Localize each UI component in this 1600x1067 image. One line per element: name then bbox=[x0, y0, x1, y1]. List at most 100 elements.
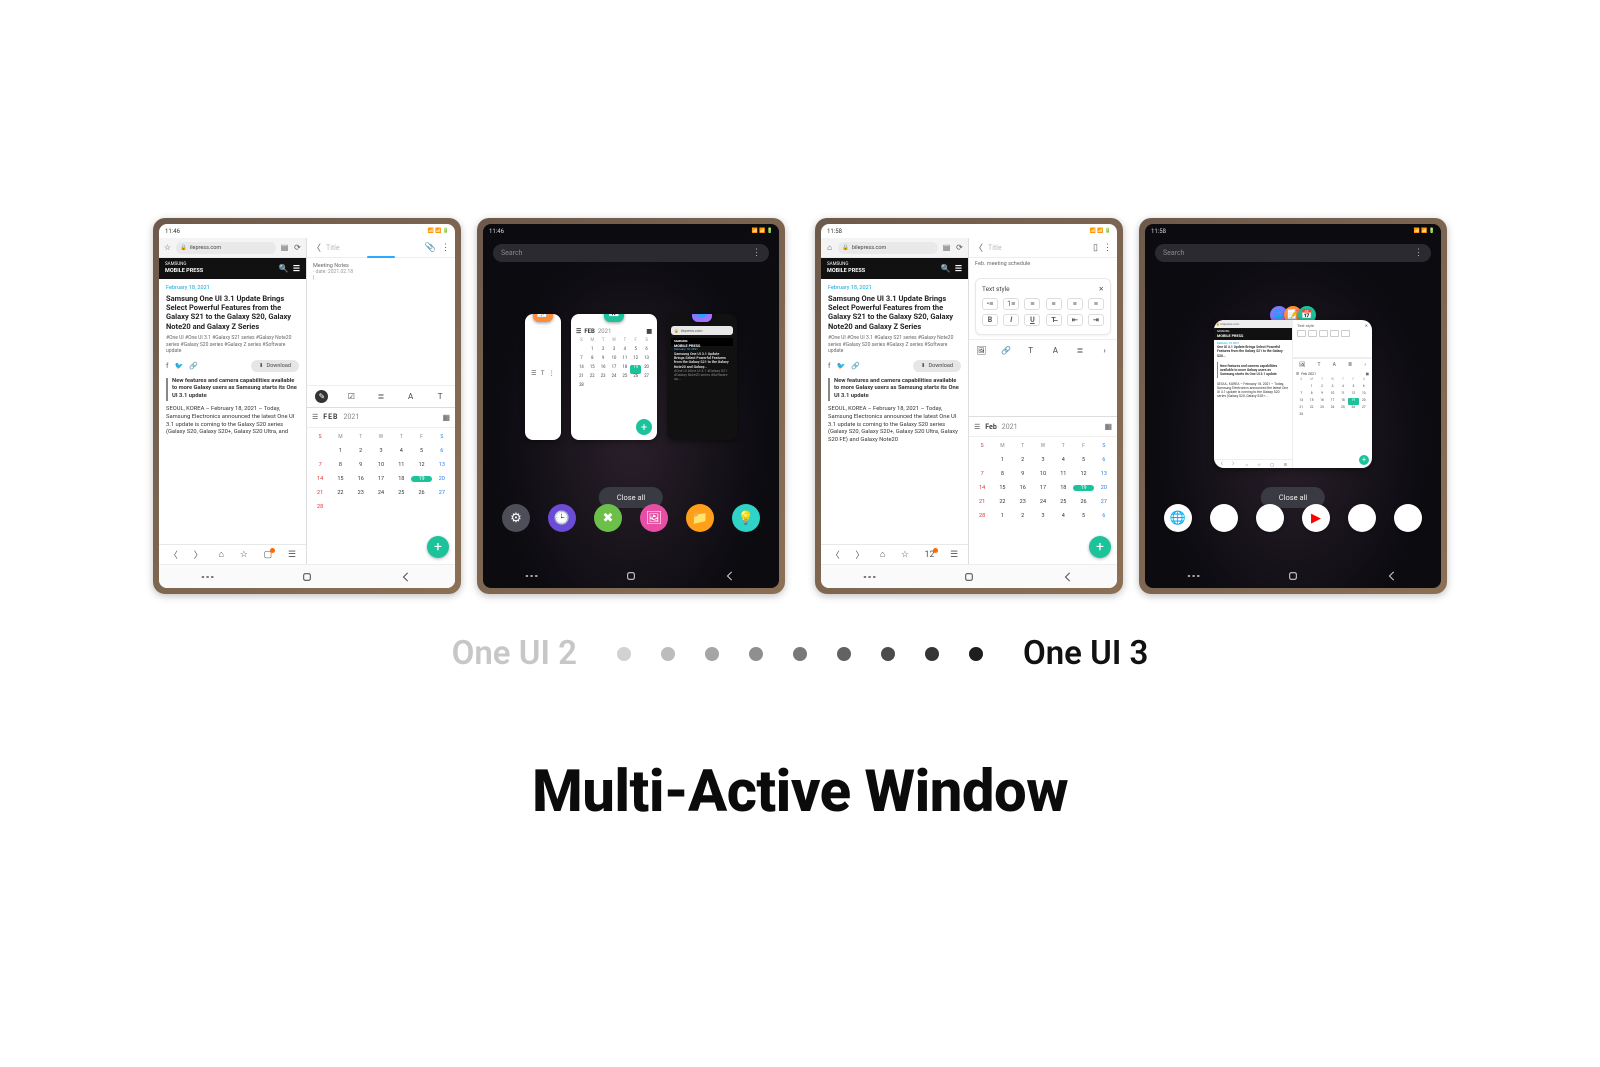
dock-play-icon[interactable]: ▶ bbox=[1210, 504, 1238, 532]
twitter-icon[interactable]: 🐦 bbox=[836, 362, 845, 370]
today-icon[interactable]: ▦ bbox=[442, 413, 450, 422]
more-tool-icon[interactable]: › bbox=[1098, 344, 1111, 357]
align-center-icon[interactable]: ≡ bbox=[1046, 298, 1062, 310]
cal-menu-icon[interactable]: ☰ bbox=[312, 413, 318, 421]
bullet-list-icon[interactable]: •≡ bbox=[982, 298, 998, 310]
reader-icon[interactable]: ▤ bbox=[280, 243, 289, 252]
nav-fwd-icon[interactable]: 〉 bbox=[194, 548, 203, 561]
link-icon[interactable]: 🔗 bbox=[851, 362, 860, 370]
close-icon[interactable]: ✕ bbox=[1099, 285, 1104, 293]
reload-icon[interactable]: ⟳ bbox=[293, 243, 302, 252]
text-tool-icon[interactable]: T bbox=[1024, 344, 1037, 357]
underline-icon[interactable]: U bbox=[1024, 314, 1040, 326]
back-button[interactable] bbox=[397, 571, 415, 583]
search-icon[interactable]: 🔍 bbox=[279, 264, 289, 273]
search-more-icon[interactable]: ⋮ bbox=[752, 248, 761, 258]
italic-icon[interactable]: I bbox=[1003, 314, 1019, 326]
download-button[interactable]: ⬇ Download bbox=[913, 360, 961, 372]
recents-card-browser[interactable]: 🌐 🔒ilepress.com SAMSUNGMOBILE PRESS Febr… bbox=[667, 314, 737, 440]
indent-out-icon[interactable]: ⇤ bbox=[1067, 314, 1083, 326]
facebook-icon[interactable]: f bbox=[828, 362, 830, 370]
nav-bookmark-icon[interactable]: ☆ bbox=[901, 550, 909, 560]
link-tool-icon[interactable]: 🔗 bbox=[999, 344, 1012, 357]
nav-menu-icon[interactable]: ☰ bbox=[950, 550, 958, 560]
nav-tabs-icon[interactable]: ▢ bbox=[264, 550, 273, 560]
nav-back-icon[interactable]: 〈 bbox=[169, 548, 178, 561]
align-justify-icon[interactable]: ≡ bbox=[1088, 298, 1104, 310]
nav-fwd-icon[interactable]: 〉 bbox=[855, 548, 864, 561]
font-tool-icon[interactable]: T bbox=[434, 390, 447, 403]
recents-card-notes[interactable]: 📝 ☰T⋮ bbox=[525, 314, 561, 440]
dock-chrome-icon[interactable]: ◉ bbox=[1256, 504, 1284, 532]
dock-photos-icon[interactable]: ✿ bbox=[1394, 504, 1422, 532]
grouped-recents-card[interactable]: 🔒 bilepress.com SAMSUNGMOBILE PRESS Febr… bbox=[1214, 320, 1372, 468]
bold-icon[interactable]: B bbox=[982, 314, 998, 326]
pen-tool-icon[interactable]: ✎ bbox=[315, 390, 328, 403]
search-field[interactable]: Search ⋮ bbox=[1155, 244, 1431, 262]
more-icon[interactable]: ⋮ bbox=[441, 243, 450, 253]
dock-clock-icon[interactable]: 🕒 bbox=[548, 504, 576, 532]
recents-card-calendar[interactable]: 📅 ☰ FEB 2021 ▦ SMTWTFS123456789101112131… bbox=[571, 314, 657, 440]
back-icon[interactable]: 〈 bbox=[312, 241, 321, 254]
strike-icon[interactable]: T̶ bbox=[1046, 314, 1062, 326]
address-bar[interactable]: 🔒 bilepress.com bbox=[838, 242, 938, 254]
link-icon[interactable]: 🔗 bbox=[189, 362, 198, 370]
nav-tabs-icon[interactable]: 12 bbox=[924, 550, 934, 560]
home-button[interactable] bbox=[622, 570, 640, 582]
dock-gmail-icon[interactable]: M bbox=[1348, 504, 1376, 532]
title-field[interactable]: Title bbox=[326, 244, 420, 252]
indent-in-icon[interactable]: ⇥ bbox=[1088, 314, 1104, 326]
align-right-icon[interactable]: ≡ bbox=[1067, 298, 1083, 310]
menu-icon[interactable]: ☰ bbox=[293, 264, 300, 273]
recents-button[interactable] bbox=[199, 571, 217, 583]
recents-button[interactable] bbox=[861, 571, 879, 583]
check-tool-icon[interactable]: ☑ bbox=[345, 390, 358, 403]
reader-icon[interactable]: ▤ bbox=[942, 243, 951, 252]
download-button[interactable]: ⬇ Download bbox=[251, 360, 299, 372]
home-button[interactable] bbox=[298, 571, 316, 583]
home-icon[interactable]: ⌂ bbox=[825, 243, 834, 252]
title-field[interactable]: Title bbox=[988, 244, 1088, 252]
search-more-icon[interactable]: ⋮ bbox=[1414, 248, 1423, 258]
back-button[interactable] bbox=[721, 570, 739, 582]
dock-files-icon[interactable]: 📁 bbox=[686, 504, 714, 532]
back-button[interactable] bbox=[1059, 571, 1077, 583]
today-icon[interactable]: ▦ bbox=[1104, 422, 1112, 431]
facebook-icon[interactable]: f bbox=[166, 362, 168, 370]
home-button[interactable] bbox=[960, 571, 978, 583]
back-button[interactable] bbox=[1383, 570, 1401, 582]
star-icon[interactable]: ☆ bbox=[163, 243, 172, 252]
attach-icon[interactable]: 📎 bbox=[425, 243, 436, 253]
image-tool-icon[interactable]: 🖼 bbox=[975, 344, 988, 357]
dock-internet-icon[interactable]: 🌐 bbox=[1164, 504, 1192, 532]
list-tool-icon[interactable]: ≣ bbox=[1073, 344, 1086, 357]
note-body[interactable]: Meeting Notes - date: 2021.02.18 | bbox=[307, 258, 455, 385]
recents-button[interactable] bbox=[523, 570, 541, 582]
nav-home-icon[interactable]: ⌂ bbox=[880, 549, 885, 560]
add-event-fab[interactable]: + bbox=[427, 536, 449, 558]
home-button[interactable] bbox=[1284, 570, 1302, 582]
search-field[interactable]: Search ⋮ bbox=[493, 244, 769, 262]
nav-menu-icon[interactable]: ☰ bbox=[288, 550, 296, 560]
twitter-icon[interactable]: 🐦 bbox=[174, 362, 183, 370]
nav-bookmark-icon[interactable]: ☆ bbox=[240, 550, 248, 560]
nav-home-icon[interactable]: ⌂ bbox=[219, 549, 224, 560]
number-list-icon[interactable]: 1≡ bbox=[1003, 298, 1019, 310]
reload-icon[interactable]: ⟳ bbox=[955, 243, 964, 252]
nav-back-icon[interactable]: 〈 bbox=[831, 548, 840, 561]
list-tool-icon[interactable]: ≣ bbox=[374, 390, 387, 403]
more-icon[interactable]: ⋮ bbox=[1103, 243, 1112, 253]
text-tool-icon[interactable]: A bbox=[404, 390, 417, 403]
dock-youtube-icon[interactable]: ▶ bbox=[1302, 504, 1330, 532]
search-icon[interactable]: 🔍 bbox=[941, 264, 951, 273]
add-event-icon[interactable]: + bbox=[636, 419, 652, 435]
menu-icon[interactable]: ☰ bbox=[955, 264, 962, 273]
dock-gallery-icon[interactable]: 🖼 bbox=[640, 504, 668, 532]
dock-tips-icon[interactable]: 💡 bbox=[732, 504, 760, 532]
dock-calc-icon[interactable]: ✖ bbox=[594, 504, 622, 532]
back-icon[interactable]: 〈 bbox=[974, 241, 983, 254]
dock-settings-icon[interactable]: ⚙ bbox=[502, 504, 530, 532]
color-tool-icon[interactable]: A bbox=[1049, 344, 1062, 357]
cal-menu-icon[interactable]: ☰ bbox=[974, 423, 980, 431]
add-event-fab[interactable]: + bbox=[1089, 536, 1111, 558]
